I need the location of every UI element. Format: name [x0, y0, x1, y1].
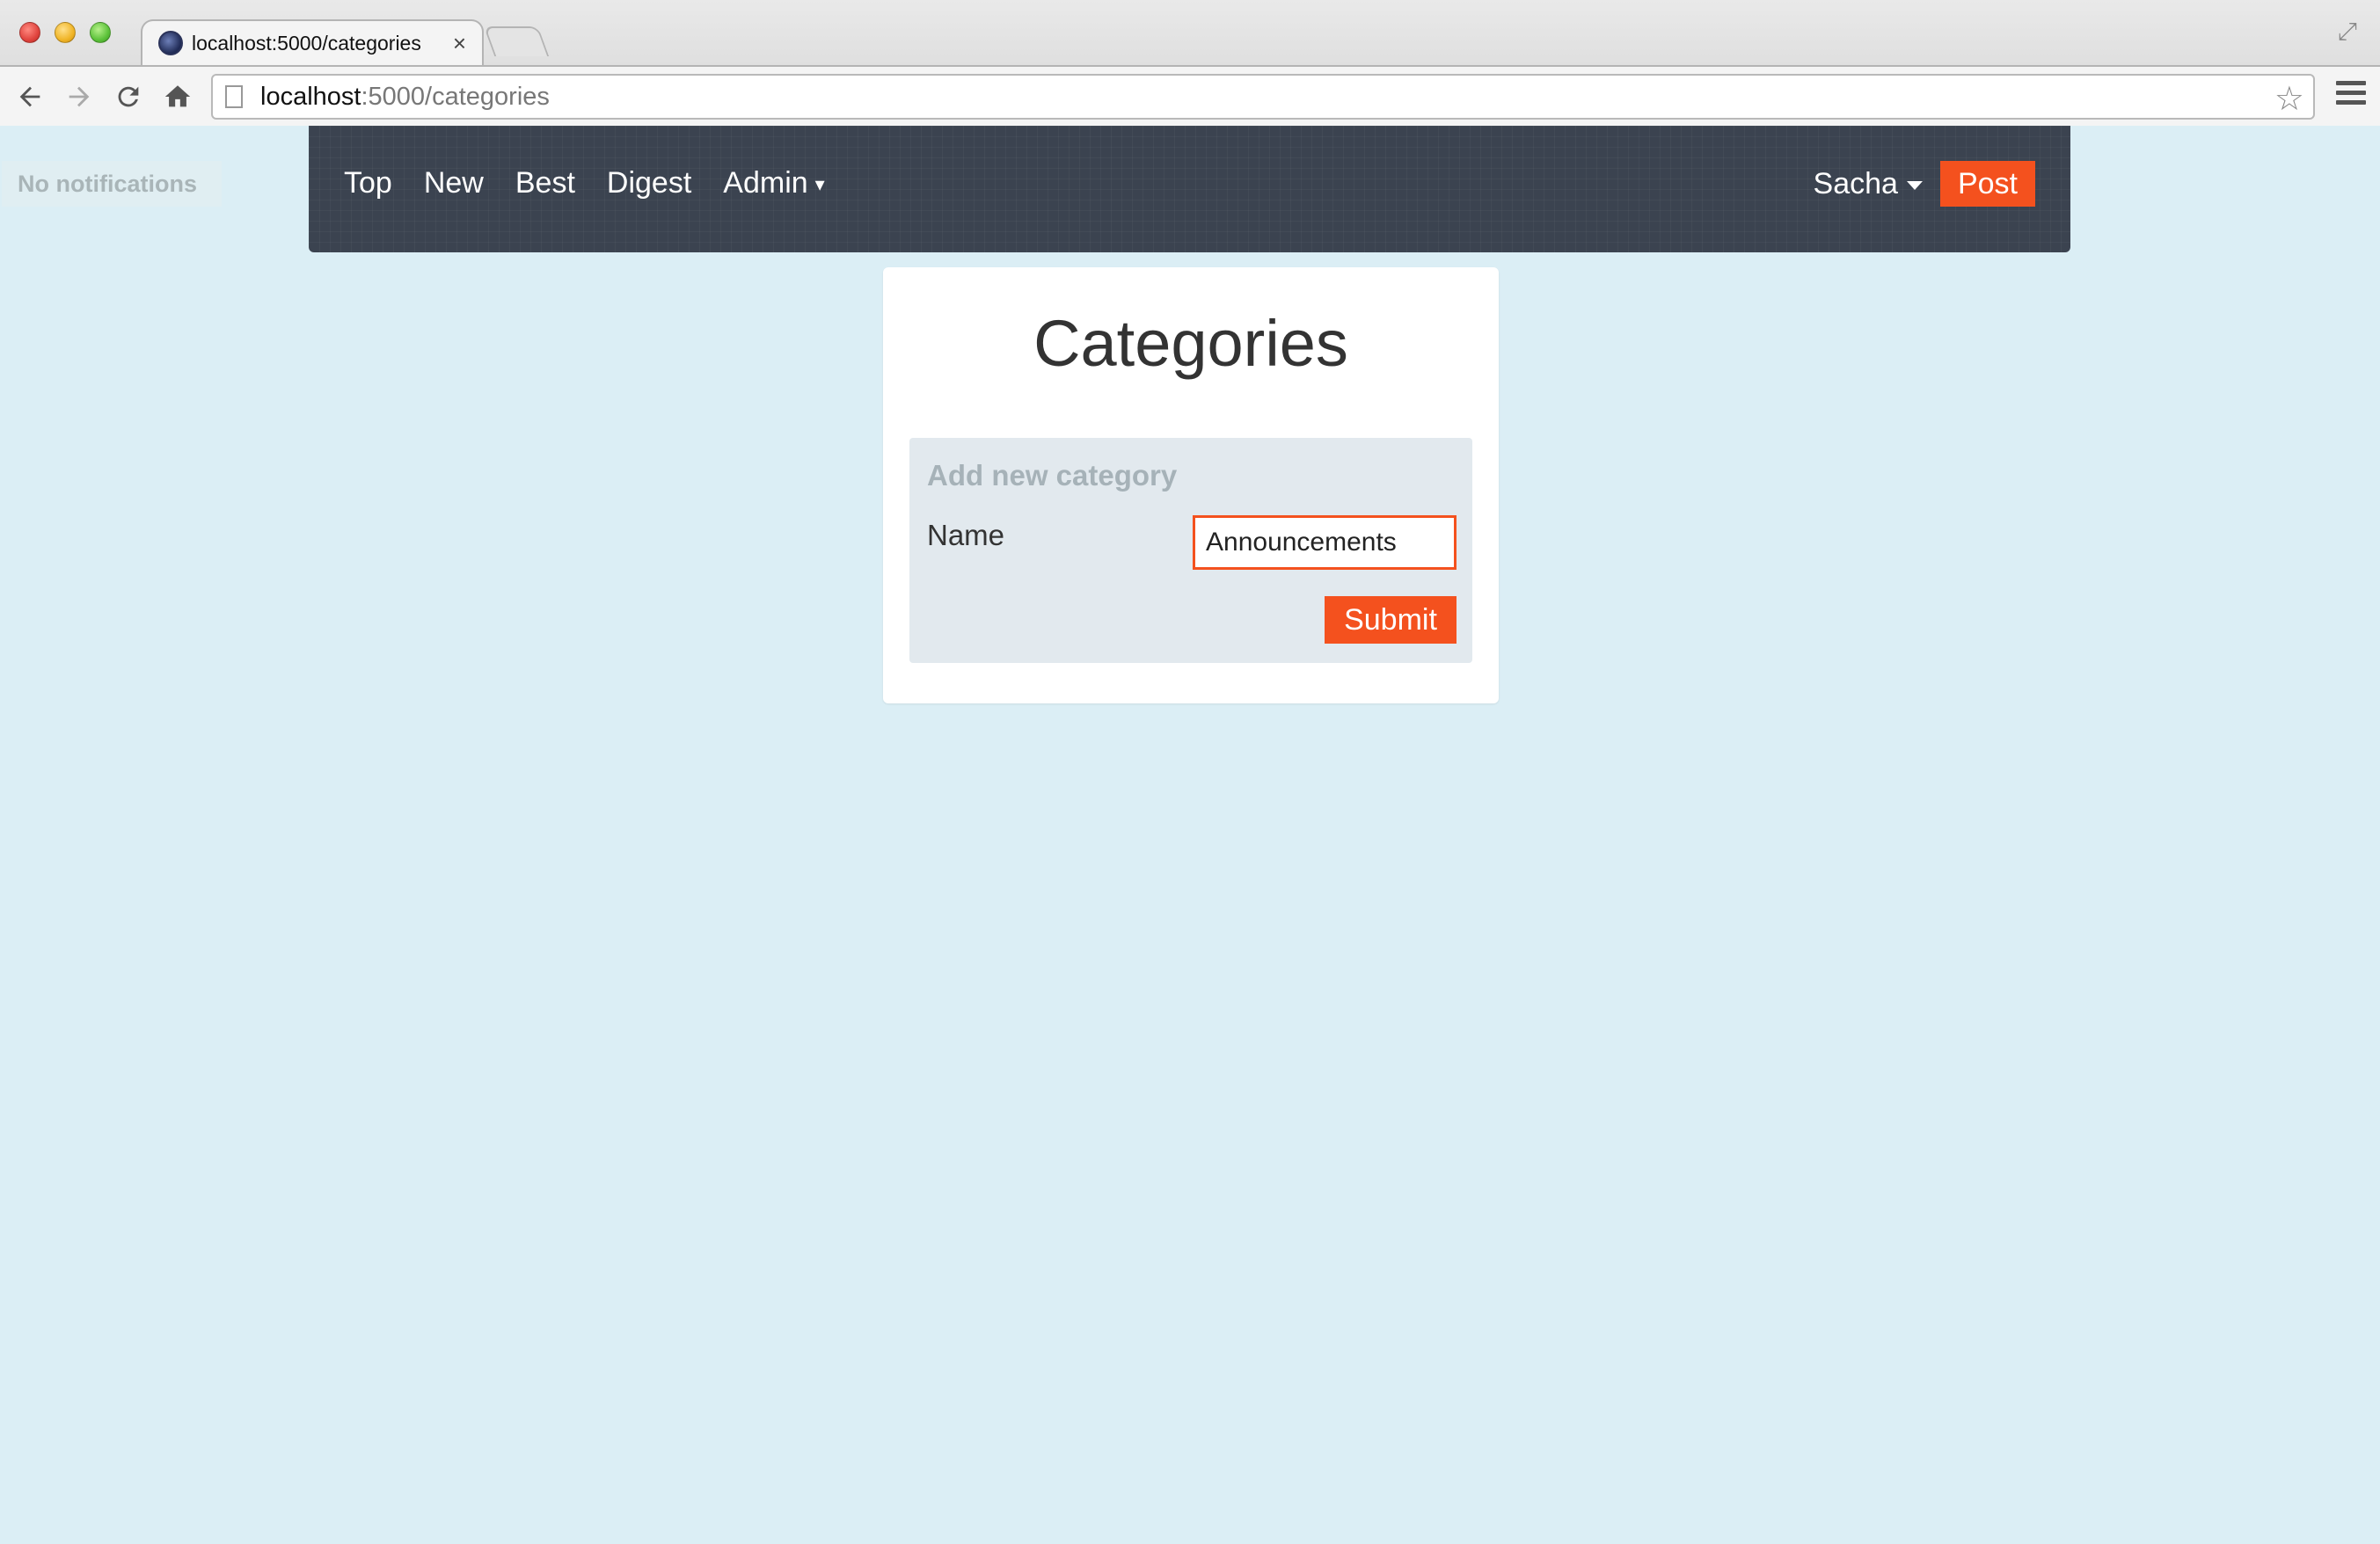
name-label: Name [927, 519, 1005, 551]
caret-down-icon [1906, 180, 1923, 190]
nav-top[interactable]: Top [344, 166, 392, 200]
address-bar[interactable]: localhost:5000/categories ☆ [211, 74, 2315, 120]
user-nav: Sacha Post [1814, 161, 2035, 207]
submit-button[interactable]: Submit [1325, 596, 1456, 644]
tab-close-icon[interactable]: × [453, 30, 466, 57]
minimize-window-icon[interactable] [55, 22, 76, 43]
home-icon[interactable] [160, 79, 195, 114]
forward-icon[interactable] [62, 79, 97, 114]
user-name: Sacha [1813, 166, 1898, 200]
user-menu[interactable]: Sacha [1814, 167, 1923, 201]
add-category-form: Add new category Name Submit [909, 438, 1472, 663]
fullscreen-icon[interactable]: ⤢ [2338, 18, 2357, 47]
url-path: :5000/categories [361, 82, 550, 111]
chevron-down-icon: ▾ [814, 173, 825, 196]
form-legend: Add new category [927, 459, 1178, 492]
notifications-panel[interactable]: No notifications [2, 161, 222, 207]
back-icon[interactable] [12, 79, 47, 114]
nav-admin[interactable]: Admin ▾ [723, 166, 824, 200]
maximize-window-icon[interactable] [90, 22, 111, 43]
browser-tab[interactable]: localhost:5000/categories × [141, 19, 484, 65]
new-tab-button[interactable] [483, 26, 550, 56]
site-navbar: Top New Best Digest Admin ▾ Sacha Post [309, 126, 2070, 252]
page-title: Categories [1033, 307, 1348, 380]
nav-digest[interactable]: Digest [607, 166, 691, 200]
tab-title: localhost:5000/categories [192, 31, 421, 55]
url-host: localhost [260, 82, 361, 111]
category-name-input[interactable] [1193, 515, 1456, 570]
nav-best[interactable]: Best [515, 166, 575, 200]
browser-chrome: localhost:5000/categories × ⤢ localhost:… [0, 0, 2380, 126]
window-controls [19, 22, 111, 43]
nav-admin-label: Admin [723, 166, 808, 200]
browser-menu-icon[interactable] [2336, 81, 2366, 111]
browser-toolbar: localhost:5000/categories ☆ [0, 65, 2380, 126]
bookmark-star-icon[interactable]: ☆ [2274, 79, 2304, 119]
page-icon [225, 85, 243, 108]
categories-card: Categories Add new category Name Submit [883, 267, 1499, 703]
main-nav: Top New Best Digest Admin ▾ [344, 166, 825, 200]
nav-new[interactable]: New [424, 166, 484, 200]
close-window-icon[interactable] [19, 22, 40, 43]
post-button[interactable]: Post [1939, 161, 2035, 207]
favicon-icon [158, 31, 183, 55]
reload-icon[interactable] [111, 79, 146, 114]
